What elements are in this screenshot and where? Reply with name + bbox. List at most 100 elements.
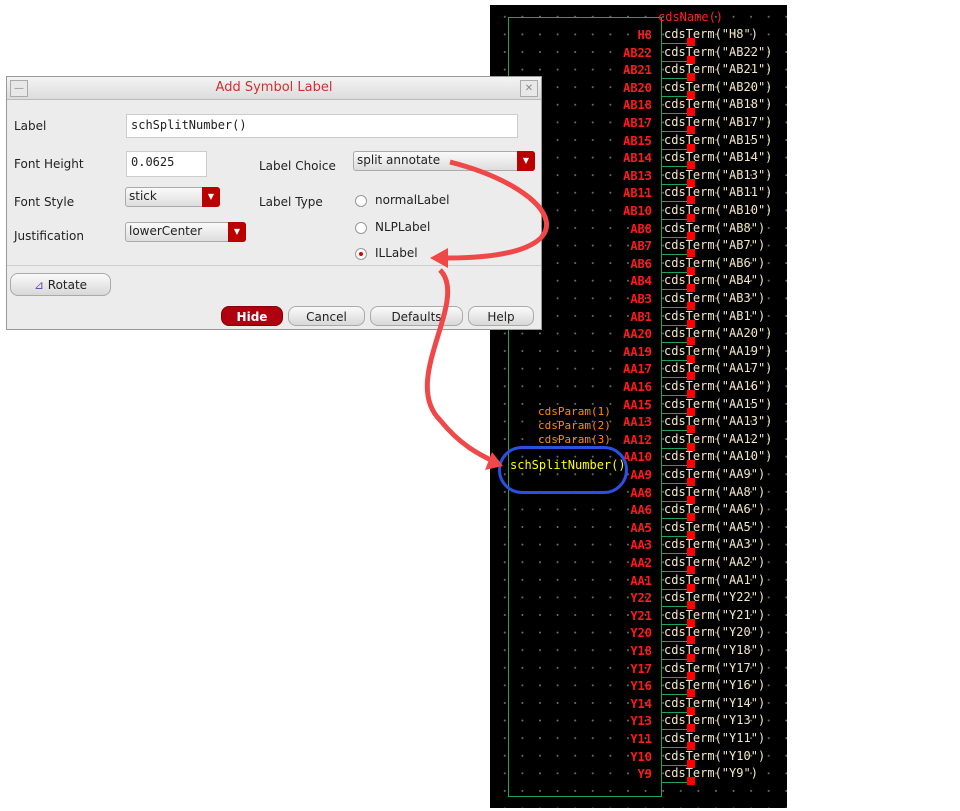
term-name: AB17 xyxy=(729,115,758,129)
pin-row[interactable]: AA17 cdsTerm("AA17") xyxy=(490,361,787,381)
pin-row[interactable]: Y22 cdsTerm("Y22") xyxy=(490,590,787,610)
radio-nlp-label[interactable]: NLPLabel xyxy=(355,220,430,234)
justification-value: lowerCenter xyxy=(129,224,203,238)
hide-button[interactable]: Hide xyxy=(221,306,283,326)
term-name: Y17 xyxy=(729,660,751,675)
pin-label: Y20 xyxy=(630,626,652,641)
dialog-title: Add Symbol Label xyxy=(215,80,333,95)
cds-term-label: cdsTerm("Y14") xyxy=(664,695,766,710)
term-name: Y21 xyxy=(729,607,751,622)
split-number-label[interactable]: schSplitNumber() xyxy=(510,458,626,472)
font-style-select[interactable]: stick ▼ xyxy=(125,187,220,207)
term-name: AB22 xyxy=(729,44,758,59)
cancel-button[interactable]: Cancel xyxy=(288,306,365,326)
cds-term-label: cdsTerm("AB11") xyxy=(664,185,773,200)
term-name: Y18 xyxy=(729,643,751,657)
pin-row[interactable]: Y16 cdsTerm("Y16") xyxy=(490,678,787,698)
help-button[interactable]: Help xyxy=(468,306,534,326)
rotate-button[interactable]: ⊿ Rotate xyxy=(10,273,111,296)
pin-label: H8 xyxy=(637,28,652,42)
pin-label: AA3 xyxy=(630,538,652,553)
chevron-down-icon: ▼ xyxy=(202,187,220,207)
pin-label: Y18 xyxy=(630,644,652,658)
pin-label: Y11 xyxy=(630,732,652,746)
pin-row[interactable]: H8 cdsTerm("H8") xyxy=(490,27,787,46)
pin-row[interactable]: Y11 cdsTerm("Y11") xyxy=(490,731,787,750)
defaults-button[interactable]: Defaults xyxy=(370,306,463,326)
cds-term-label: cdsTerm("AA20") xyxy=(664,326,773,341)
label-choice-value: split annotate xyxy=(357,153,441,167)
pin-row[interactable]: AA16 cdsTerm("AA16") xyxy=(490,379,787,398)
term-name: Y14 xyxy=(729,695,751,710)
justification-select[interactable]: lowerCenter ▼ xyxy=(125,222,246,242)
cds-term-label: cdsTerm("AA2") xyxy=(664,555,766,569)
cds-term-label: cdsTerm("Y16") xyxy=(664,678,766,693)
close-icon[interactable]: ✕ xyxy=(520,80,538,97)
cds-term-label: cdsTerm("AB17") xyxy=(664,115,773,129)
pin-row[interactable]: AA2 cdsTerm("AA2") xyxy=(490,555,787,574)
pin-row[interactable]: Y10 cdsTerm("Y10") xyxy=(490,748,787,768)
pin-label: AB4 xyxy=(630,274,652,289)
term-name: Y11 xyxy=(729,731,751,745)
font-height-input[interactable]: 0.0625 xyxy=(126,151,207,177)
term-name: Y10 xyxy=(729,748,751,763)
cds-param-label: cdsParam(3) xyxy=(538,433,611,446)
pin-label: AB7 xyxy=(630,239,652,254)
pin-row[interactable]: Y18 cdsTerm("Y18") xyxy=(490,643,787,662)
pin-label: Y14 xyxy=(630,696,652,711)
pin-label: AA16 xyxy=(623,380,652,394)
term-name: AB13 xyxy=(729,167,758,182)
pin-label: AB18 xyxy=(623,98,652,113)
pin-label: AB14 xyxy=(623,151,652,166)
radio-icon xyxy=(355,194,367,207)
pin-row[interactable]: Y17 cdsTerm("Y17") xyxy=(490,660,787,680)
pin-row[interactable]: AA13 cdsTerm("AA13") xyxy=(490,414,787,434)
pin-label: Y9 xyxy=(637,767,652,782)
cds-term-label: cdsTerm("H8") xyxy=(664,27,758,41)
radio-il-label[interactable]: ILLabel xyxy=(355,246,418,260)
pin-label: AA2 xyxy=(630,556,652,570)
term-name: AB18 xyxy=(729,97,758,112)
pin-label: AB3 xyxy=(630,292,652,306)
term-name: Y20 xyxy=(729,625,751,640)
cds-param-label: cdsParam(2) xyxy=(538,419,611,432)
pin-row[interactable]: Y20 cdsTerm("Y20") xyxy=(490,625,787,645)
term-name: AA9 xyxy=(729,467,751,481)
add-symbol-label-dialog: — Add Symbol Label ✕ Label schSplitNumbe… xyxy=(6,76,542,330)
title-bar[interactable]: — Add Symbol Label ✕ xyxy=(7,77,541,100)
justification-caption: Justification xyxy=(14,229,84,243)
term-name: AB7 xyxy=(729,238,751,253)
term-name: Y16 xyxy=(729,678,751,693)
radio-normal-label[interactable]: normalLabel xyxy=(355,193,449,207)
cds-term-label: cdsTerm("AA9") xyxy=(664,467,766,481)
pin-row[interactable]: AA19 cdsTerm("AA19") xyxy=(490,344,787,363)
term-name: AA20 xyxy=(729,326,758,341)
pin-label: AB6 xyxy=(630,256,652,271)
term-name: AA1 xyxy=(729,572,751,587)
pin-label: AB20 xyxy=(623,80,652,95)
cds-term-label: cdsTerm("Y18") xyxy=(664,643,766,657)
pin-row[interactable]: AA1 cdsTerm("AA1") xyxy=(490,572,787,592)
chevron-down-icon: ▼ xyxy=(228,222,246,242)
term-name: AB20 xyxy=(729,79,758,94)
cds-term-label: cdsTerm("AB20") xyxy=(664,79,773,94)
pin-row[interactable]: Y21 cdsTerm("Y21") xyxy=(490,607,787,627)
term-name: AB3 xyxy=(729,291,751,305)
pin-row[interactable]: Y9 cdsTerm("Y9") xyxy=(490,766,787,786)
cds-term-label: cdsTerm("Y20") xyxy=(664,625,766,640)
pin-row[interactable]: Y14 cdsTerm("Y14") xyxy=(490,695,787,715)
pin-label: AA17 xyxy=(623,362,652,377)
label-input[interactable]: schSplitNumber() xyxy=(126,114,518,138)
pin-row[interactable]: AA6 cdsTerm("AA6") xyxy=(490,502,787,522)
pin-row[interactable]: AA15 cdsTerm("AA15") xyxy=(490,397,787,416)
pin-label: Y16 xyxy=(630,679,652,694)
pin-row[interactable]: AB22 cdsTerm("AB22") xyxy=(490,44,787,64)
pin-row[interactable]: AA5 cdsTerm("AA5") xyxy=(490,520,787,539)
term-name: AA13 xyxy=(729,414,758,429)
pin-row[interactable]: Y13 cdsTerm("Y13") xyxy=(490,713,787,733)
pin-row[interactable]: AA3 cdsTerm("AA3") xyxy=(490,537,787,557)
cds-term-label: cdsTerm("Y13") xyxy=(664,713,766,728)
label-choice-select[interactable]: split annotate ▼ xyxy=(353,151,535,171)
pin-label: AB15 xyxy=(623,133,652,148)
font-style-value: stick xyxy=(129,189,157,203)
